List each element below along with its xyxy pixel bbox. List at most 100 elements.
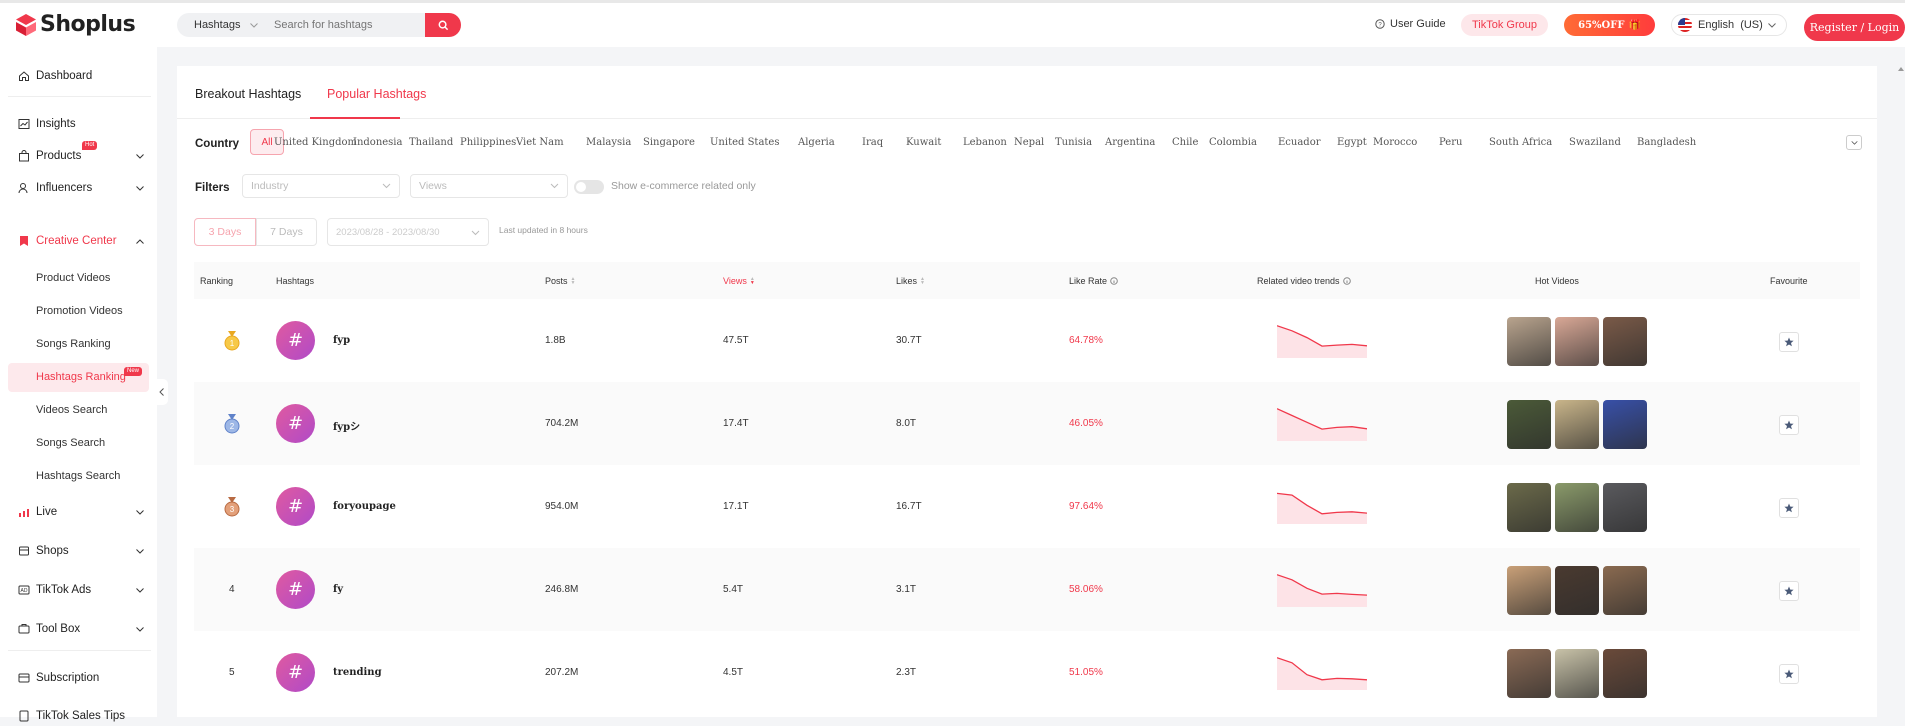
favourite-button[interactable] <box>1779 415 1799 435</box>
tab-breakout-hashtags[interactable]: Breakout Hashtags <box>195 87 301 101</box>
info-icon[interactable] <box>1110 277 1118 285</box>
search-type-select[interactable]: Hashtags <box>177 19 274 31</box>
favourite-button[interactable] <box>1779 664 1799 684</box>
expand-countries-button[interactable] <box>1846 135 1862 150</box>
page-scrollbar[interactable] <box>1897 60 1905 717</box>
sidebar-subitem-songs-ranking[interactable]: Songs Ranking <box>36 338 111 350</box>
hot-video-thumbnail[interactable] <box>1507 566 1551 615</box>
country-chip[interactable]: Indonesia <box>353 137 402 148</box>
favourite-button[interactable] <box>1779 498 1799 518</box>
sidebar-item-live[interactable]: Live <box>18 502 144 522</box>
column-posts[interactable]: Posts ▲ ▼ <box>545 276 575 286</box>
sidebar-item-subscription[interactable]: Subscription <box>18 668 99 688</box>
country-chip[interactable]: Kuwait <box>906 137 941 148</box>
country-chip[interactable]: Swaziland <box>1569 137 1621 148</box>
country-chip[interactable]: Egypt <box>1337 137 1367 148</box>
sidebar-item-tiktok-ads[interactable]: AD TikTok Ads <box>18 580 144 600</box>
promo-badge[interactable]: 65%OFF 🎁 <box>1564 14 1655 36</box>
table-row[interactable]: 4 # fy 246.8M 5.4T 3.1T 58.06% <box>194 548 1860 631</box>
hot-video-thumbnail[interactable] <box>1603 317 1647 366</box>
sidebar-item-products[interactable]: Products Hot <box>18 141 144 166</box>
hashtag-name[interactable]: fy <box>333 584 343 595</box>
country-chip[interactable]: Algeria <box>798 137 835 148</box>
favourite-button[interactable] <box>1779 581 1799 601</box>
hashtag-name[interactable]: fyp <box>333 335 350 346</box>
hot-video-thumbnail[interactable] <box>1603 566 1647 615</box>
sidebar-item-creative-center[interactable]: Creative Center <box>18 231 144 251</box>
table-row[interactable]: 5 # trending 207.2M 4.5T 2.3T 51.05% <box>194 631 1860 714</box>
country-chip[interactable]: United States <box>710 137 779 148</box>
language-select[interactable]: English (US) <box>1671 14 1787 36</box>
hashtag-name[interactable]: fypシ <box>333 418 360 433</box>
range-7-days-button[interactable]: 7 Days <box>256 218 317 246</box>
sidebar-subitem-hashtags-ranking[interactable]: Hashtags Ranking <box>36 371 126 383</box>
country-chip[interactable]: Argentina <box>1105 137 1155 148</box>
sidebar-subitem-promotion-videos[interactable]: Promotion Videos <box>36 305 123 317</box>
column-views[interactable]: Views ▲ ▼ <box>723 276 755 286</box>
country-chip[interactable]: Malaysia <box>586 137 631 148</box>
sidebar-item-tool-box[interactable]: Tool Box <box>18 619 144 639</box>
country-chip[interactable]: United Kingdom <box>274 137 357 148</box>
country-chip[interactable]: Philippines <box>460 137 516 148</box>
table-row[interactable]: 3 # foryoupage 954.0M 17.1T 16.7T 97.64% <box>194 465 1860 548</box>
register-login-button[interactable]: Register / Login <box>1804 14 1905 41</box>
ecommerce-toggle[interactable] <box>574 180 604 194</box>
collapse-sidebar-button[interactable] <box>155 379 168 405</box>
date-range-picker[interactable]: 2023/08/28 - 2023/08/30 <box>327 218 489 246</box>
industry-select[interactable]: Industry <box>242 174 400 198</box>
column-hashtags: Hashtags <box>276 276 315 286</box>
sidebar-item-insights[interactable]: Insights <box>18 114 76 134</box>
favourite-button[interactable] <box>1779 332 1799 352</box>
sidebar-subitem-songs-search[interactable]: Songs Search <box>36 437 105 449</box>
logo[interactable]: Shoplus <box>14 12 136 37</box>
country-chip[interactable]: Morocco <box>1373 137 1417 148</box>
hot-video-thumbnail[interactable] <box>1507 400 1551 449</box>
hot-video-thumbnail[interactable] <box>1603 649 1647 698</box>
sidebar-subitem-hashtags-search[interactable]: Hashtags Search <box>36 470 120 482</box>
user-guide-link[interactable]: ? User Guide <box>1375 18 1446 30</box>
sidebar-subitem-videos-search[interactable]: Videos Search <box>36 404 107 416</box>
country-chip[interactable]: Tunisia <box>1055 137 1092 148</box>
country-chip[interactable]: Nepal <box>1014 137 1044 148</box>
country-chip[interactable]: Iraq <box>862 137 883 148</box>
hashtag-name[interactable]: foryoupage <box>333 501 396 512</box>
hot-video-thumbnail[interactable] <box>1603 483 1647 532</box>
hashtag-name[interactable]: trending <box>333 667 382 678</box>
info-icon[interactable] <box>1342 277 1351 285</box>
hot-video-thumbnail[interactable] <box>1507 317 1551 366</box>
country-chip[interactable]: Lebanon <box>963 137 1007 148</box>
hot-video-thumbnail[interactable] <box>1555 649 1599 698</box>
hot-video-thumbnail[interactable] <box>1555 566 1599 615</box>
country-chip[interactable]: South Africa <box>1489 137 1552 148</box>
hot-video-thumbnail[interactable] <box>1555 317 1599 366</box>
country-chip[interactable]: Colombia <box>1209 137 1257 148</box>
country-chip[interactable]: Viet Nam <box>516 137 564 148</box>
country-chip[interactable]: Bangladesh <box>1637 137 1696 148</box>
range-3-days-button[interactable]: 3 Days <box>194 218 256 246</box>
sidebar-subitem-product-videos[interactable]: Product Videos <box>36 272 110 284</box>
tiktok-group-button[interactable]: TikTok Group <box>1461 14 1549 36</box>
divider <box>8 650 151 651</box>
hot-video-thumbnail[interactable] <box>1555 483 1599 532</box>
table-row[interactable]: 1 # fyp 1.8B 47.5T 30.7T 64.78% <box>194 299 1860 382</box>
country-chip[interactable]: Thailand <box>409 137 453 148</box>
search-button[interactable] <box>425 13 461 37</box>
country-chip[interactable]: Peru <box>1439 137 1462 148</box>
hot-video-thumbnail[interactable] <box>1603 400 1647 449</box>
column-likes[interactable]: Likes ▲ ▼ <box>896 276 925 286</box>
table-row[interactable]: 2 # fypシ 704.2M 17.4T 8.0T 46.05% <box>194 382 1860 465</box>
sidebar-item-influencers[interactable]: Influencers <box>18 178 144 198</box>
country-chip[interactable]: Ecuador <box>1278 137 1321 148</box>
search-input[interactable] <box>274 19 424 31</box>
hot-video-thumbnail[interactable] <box>1555 400 1599 449</box>
column-trends: Related video trends <box>1257 276 1351 286</box>
country-chip[interactable]: Chile <box>1172 137 1198 148</box>
sidebar-item-sales-tips[interactable]: TikTok Sales Tips <box>18 706 125 726</box>
country-chip[interactable]: Singapore <box>643 137 695 148</box>
sidebar-item-dashboard[interactable]: Dashboard <box>18 66 92 86</box>
hot-video-thumbnail[interactable] <box>1507 483 1551 532</box>
hot-video-thumbnail[interactable] <box>1507 649 1551 698</box>
tab-popular-hashtags[interactable]: Popular Hashtags <box>327 87 426 101</box>
views-select[interactable]: Views <box>410 174 568 198</box>
sidebar-item-shops[interactable]: Shops <box>18 541 144 561</box>
